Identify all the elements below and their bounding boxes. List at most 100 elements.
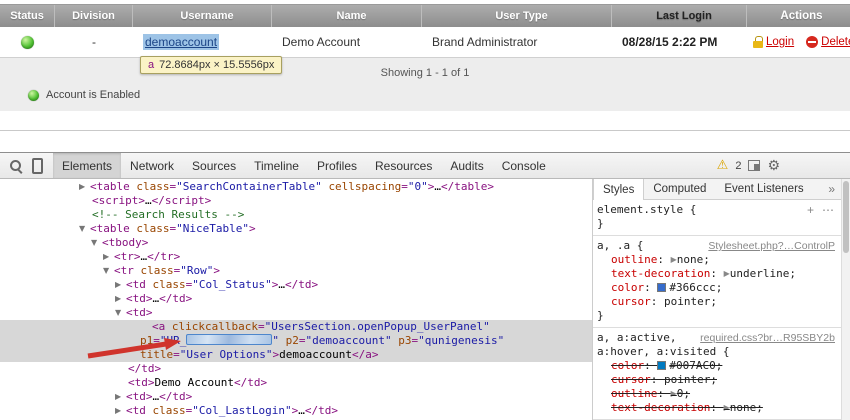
dom-tree-line[interactable]: </td> xyxy=(0,362,592,376)
username-cell: demoaccount xyxy=(133,27,272,57)
settings-gear-icon[interactable]: ⚙ xyxy=(767,158,780,174)
disclosure-arrow-icon[interactable]: ▶ xyxy=(79,180,90,194)
sidebar-overflow-icon[interactable]: » xyxy=(822,179,841,199)
css-property[interactable]: color: #007AC0; xyxy=(597,359,839,373)
tab-resources[interactable]: Resources xyxy=(366,153,441,178)
delete-user-link[interactable]: Delete U xyxy=(806,36,850,48)
element-style-rule: element.style { + ⋯ } xyxy=(593,200,841,236)
devtools-body: ▶ <table class="SearchContainerTable" ce… xyxy=(0,179,850,420)
dom-tree-line-selected[interactable]: p1="UR_" p2="demoaccount" p3="qunigenesi… xyxy=(0,334,592,348)
disclosure-arrow-icon[interactable]: ▼ xyxy=(103,264,114,278)
dock-side-icon[interactable] xyxy=(748,160,760,171)
dom-tree-line-selected[interactable]: title="User Options">demoaccount</a> xyxy=(0,348,592,362)
col-header-actions[interactable]: Actions xyxy=(747,5,850,27)
status-cell xyxy=(0,27,55,57)
css-property[interactable]: text-decoration: ▶none; xyxy=(597,401,839,415)
styles-menu-icon[interactable]: ⋯ xyxy=(822,203,834,217)
css-property[interactable]: outline: ▶0; xyxy=(597,387,839,401)
tab-sources[interactable]: Sources xyxy=(183,153,245,178)
color-swatch[interactable] xyxy=(657,361,666,370)
warning-count[interactable]: 2 xyxy=(735,160,741,172)
disclosure-arrow-icon[interactable]: ▶ xyxy=(115,404,126,418)
disclosure-arrow-icon[interactable]: ▶ xyxy=(115,390,126,404)
dom-tree-line[interactable]: <!-- Search Results --> xyxy=(0,208,592,222)
account-status-label: Account is Enabled xyxy=(46,89,140,101)
sidebar-tab-computed[interactable]: Computed xyxy=(644,179,715,199)
web-page: Status Division Username Name User Type … xyxy=(0,4,850,131)
disclosure-arrow-icon[interactable]: ▶ xyxy=(103,250,114,264)
username-link[interactable]: demoaccount xyxy=(143,34,219,50)
styles-sidebar-tabs: StylesComputedEvent Listeners » xyxy=(593,179,841,200)
css-property[interactable]: cursor: pointer; xyxy=(597,295,839,309)
dom-tree-line[interactable]: <td>Demo Account</td> xyxy=(0,376,592,390)
dom-tree-line[interactable]: ▼ <tbody> xyxy=(0,236,592,250)
styles-pane: StylesComputedEvent Listeners » element.s… xyxy=(593,179,841,420)
toolbar-right: ⚠ 2 ⚙ xyxy=(717,158,780,174)
css-property[interactable]: text-decoration: ▶underline; xyxy=(597,267,839,281)
dom-tree-line[interactable]: ▶ <td class="Col_LastLogin">…</td> xyxy=(0,404,592,418)
color-swatch[interactable] xyxy=(657,283,666,292)
rule-selector[interactable]: a:hover, a:visited { xyxy=(597,345,729,359)
dom-tree-line[interactable]: ▶ <td>…</td> xyxy=(0,292,592,306)
col-header-last-login[interactable]: Last Login xyxy=(612,5,747,27)
disclosure-arrow-icon[interactable]: ▼ xyxy=(115,306,126,320)
sidebar-tab-styles[interactable]: Styles xyxy=(593,179,644,200)
dom-tree-line[interactable]: ▶ <td>…</td> xyxy=(0,390,592,404)
status-enabled-icon xyxy=(21,36,34,49)
last-login-value: 08/28/15 2:22 PM xyxy=(622,35,717,49)
style-rule: a, a:active, required.css?br…R95SBY2ba:ho… xyxy=(593,328,841,420)
tab-network[interactable]: Network xyxy=(121,153,183,178)
rule-selector[interactable]: a, a:active, xyxy=(597,331,676,345)
disclosure-arrow-icon[interactable]: ▶ xyxy=(115,278,126,292)
rule-close-brace: } xyxy=(597,309,839,323)
disclosure-arrow-icon[interactable]: ▼ xyxy=(79,222,90,236)
results-table-header: Status Division Username Name User Type … xyxy=(0,4,850,27)
dom-tree-line[interactable]: ▶ <table class="SearchContainerTable" ce… xyxy=(0,180,592,194)
dom-tree-line-selected[interactable]: <a clickcallback="UsersSection.openPopup… xyxy=(0,320,592,334)
rule-selector[interactable]: a, .a { xyxy=(597,239,643,253)
style-rule: a, .a { Stylesheet.php?…ControlPoutline: … xyxy=(593,236,841,328)
stylesheet-source-link[interactable]: Stylesheet.php?…ControlP xyxy=(708,239,839,253)
name-value: Demo Account xyxy=(282,35,360,49)
devtools-panel: ElementsNetworkSourcesTimelineProfilesRe… xyxy=(0,152,850,420)
tab-console[interactable]: Console xyxy=(493,153,555,178)
new-style-rule-icon[interactable]: + xyxy=(807,203,814,217)
inspect-search-icon[interactable] xyxy=(8,158,24,174)
sidebar-tab-event-listeners[interactable]: Event Listeners xyxy=(715,179,812,199)
styles-rules: a, .a {Stylesheet.php?…ControlPoutline: … xyxy=(593,236,841,420)
dom-tree-line[interactable]: ▼ <tr class="Row"> xyxy=(0,264,592,278)
element-style-selector[interactable]: element.style { xyxy=(597,203,696,217)
css-property[interactable]: outline: ▶none; xyxy=(597,253,839,267)
devtools-toolbar: ElementsNetworkSourcesTimelineProfilesRe… xyxy=(0,153,850,179)
showing-count: Showing 1 - 1 of 1 xyxy=(0,58,850,79)
col-header-user-type[interactable]: User Type xyxy=(422,5,612,27)
styles-content: element.style { + ⋯ } a, .a { Stylesheet.… xyxy=(593,200,841,420)
vertical-scrollbar[interactable] xyxy=(841,179,850,420)
tab-profiles[interactable]: Profiles xyxy=(308,153,366,178)
dom-tree-line[interactable]: ▼ <td> xyxy=(0,306,592,320)
table-row: - demoaccount Demo Account Brand Adminis… xyxy=(0,27,850,57)
col-header-name[interactable]: Name xyxy=(272,5,422,27)
device-mode-icon[interactable] xyxy=(32,158,43,174)
enabled-dot-icon xyxy=(28,90,39,101)
dom-tree-line[interactable]: ▼ <table class="NiceTable"> xyxy=(0,222,592,236)
user-type-cell: Brand Administrator xyxy=(422,27,612,57)
stylesheet-source-link[interactable]: required.css?br…R95SBY2b xyxy=(700,331,839,345)
css-property[interactable]: color: #366ccc; xyxy=(597,281,839,295)
col-header-status[interactable]: Status xyxy=(0,5,55,27)
tab-elements[interactable]: Elements xyxy=(53,153,121,178)
col-header-username[interactable]: Username xyxy=(133,5,272,27)
css-property[interactable]: cursor: pointer; xyxy=(597,373,839,387)
warning-icon[interactable]: ⚠ xyxy=(717,158,729,173)
col-header-division[interactable]: Division xyxy=(55,5,133,27)
tooltip-tag: a xyxy=(148,59,154,71)
disclosure-arrow-icon[interactable]: ▼ xyxy=(91,236,102,250)
scrollbar-thumb[interactable] xyxy=(843,181,849,253)
dom-tree-line[interactable]: ▶ <td class="Col_Status">…</td> xyxy=(0,278,592,292)
disclosure-arrow-icon[interactable]: ▶ xyxy=(115,292,126,306)
tab-audits[interactable]: Audits xyxy=(441,153,492,178)
dom-tree-line[interactable]: ▶ <tr>…</tr> xyxy=(0,250,592,264)
dom-tree-line[interactable]: <script>…</script> xyxy=(0,194,592,208)
tab-timeline[interactable]: Timeline xyxy=(245,153,308,178)
login-link[interactable]: Login xyxy=(753,36,794,48)
